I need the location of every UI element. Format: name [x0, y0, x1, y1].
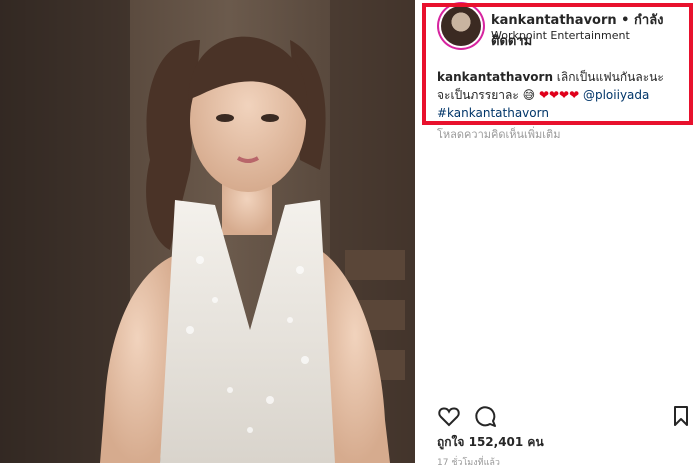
caption-text-line2: จะเป็นภรรยาละ — [437, 88, 523, 102]
timestamp[interactable]: 17 ชั่วโมงที่แล้ว — [437, 455, 500, 469]
action-bar — [437, 404, 692, 428]
post-caption: kankantathavorn เลิกเป็นแฟนกันละนะ จะเป็… — [437, 68, 687, 122]
photo-illustration — [0, 0, 415, 463]
hearts-emoji-icon: ❤❤❤❤ — [538, 88, 580, 102]
likes-count[interactable]: ถูกใจ 152,401 คน — [437, 433, 544, 452]
separator-dot: • — [616, 13, 635, 28]
hashtag-link[interactable]: #kankantathavorn — [437, 106, 549, 120]
mention-link[interactable]: @ploiiyada — [583, 88, 649, 102]
grin-sweat-emoji-icon: 😅 — [522, 88, 536, 102]
post-photo — [0, 0, 415, 463]
heart-icon[interactable] — [437, 404, 461, 428]
avatar[interactable] — [441, 6, 481, 46]
post-header: kankantathavorn • กำลังติดตาม Workpoint … — [423, 0, 700, 60]
username-link[interactable]: kankantathavorn — [491, 13, 617, 28]
load-more-comments[interactable]: โหลดความคิดเห็นเพิ่มเติม — [437, 125, 560, 143]
comment-icon[interactable] — [473, 404, 497, 428]
caption-author[interactable]: kankantathavorn — [437, 70, 553, 84]
location-label[interactable]: Workpoint Entertainment — [491, 29, 630, 42]
caption-text-line1: เลิกเป็นแฟนกันละนะ — [552, 70, 664, 84]
bookmark-icon[interactable] — [669, 404, 693, 428]
post-sidebar: kankantathavorn • กำลังติดตาม Workpoint … — [415, 0, 700, 468]
